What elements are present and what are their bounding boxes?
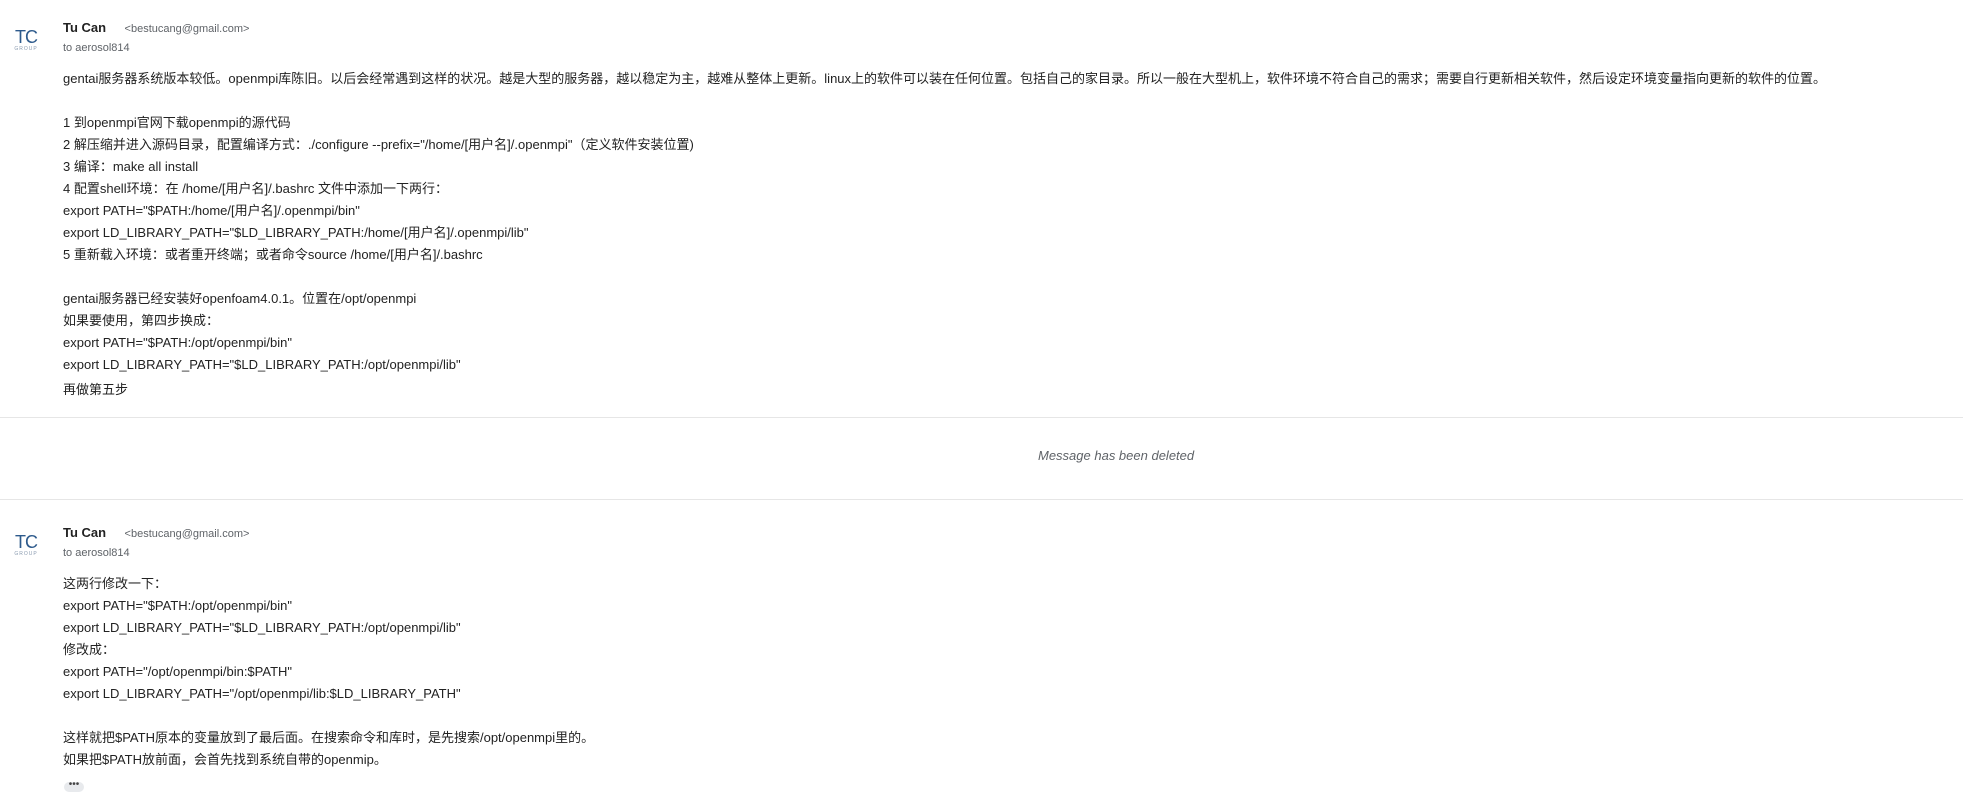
body-line: export PATH="/opt/openmpi/bin:$PATH" — [63, 664, 293, 679]
message-header: Tu Can <bestucang@gmail.com> — [63, 19, 249, 39]
body-line: export LD_LIBRARY_PATH="$LD_LIBRARY_PATH… — [63, 357, 461, 372]
message-body: gentai服务器系统版本较低。openmpi库陈旧。以后会经常遇到这样的状况。… — [63, 68, 1958, 401]
body-line: gentai服务器已经安装好openfoam4.0.1。位置在/opt/open… — [63, 291, 417, 306]
avatar-initials: TC — [15, 27, 38, 47]
body-line: 2 解压缩并进入源码目录，配置编译方式：./configure --prefix… — [63, 137, 694, 152]
avatar-group-label: GROUP — [14, 46, 38, 52]
recipient-line[interactable]: to aerosol814 — [63, 547, 130, 559]
body-line: 修改成： — [63, 642, 116, 657]
body-line: 4 配置shell环境：在 /home/[用户名]/.bashrc 文件中添加一… — [63, 181, 449, 196]
body-line: export LD_LIBRARY_PATH="/opt/openmpi/lib… — [63, 686, 461, 701]
avatar-group-label: GROUP — [14, 551, 38, 557]
message-header: Tu Can <bestucang@gmail.com> — [63, 524, 249, 544]
recipient-line[interactable]: to aerosol814 — [63, 42, 130, 54]
body-line: 5 重新载入环境：或者重开终端；或者命令source /home/[用户名]/.… — [63, 247, 483, 262]
body-line: 这样就把$PATH原本的变量放到了最后面。在搜索命令和库时，是先搜索/opt/o… — [63, 730, 595, 745]
sender-email: <bestucang@gmail.com> — [124, 528, 250, 540]
show-trimmed-content-button[interactable]: ••• — [64, 780, 84, 792]
body-line: export LD_LIBRARY_PATH="$LD_LIBRARY_PATH… — [63, 225, 529, 240]
conversation-thread: TC GROUP Tu Can <bestucang@gmail.com> to… — [0, 0, 1963, 797]
body-line: 3 编译：make all install — [63, 159, 199, 174]
body-line: 如果把$PATH放前面，会首先找到系统自带的openmip。 — [63, 752, 387, 767]
sender-name[interactable]: Tu Can — [63, 525, 106, 540]
message-divider — [0, 499, 1963, 500]
body-line: export PATH="$PATH:/opt/openmpi/bin" — [63, 335, 293, 350]
message-closing: 再做第五步 — [63, 382, 129, 397]
message-body: 这两行修改一下： export PATH="$PATH:/opt/openmpi… — [63, 573, 1958, 771]
sender-name[interactable]: Tu Can — [63, 20, 106, 35]
body-line: export PATH="$PATH:/opt/openmpi/bin" — [63, 598, 293, 613]
sender-avatar[interactable]: TC GROUP — [13, 533, 39, 563]
sender-email: <bestucang@gmail.com> — [124, 23, 250, 35]
body-line: 这两行修改一下： — [63, 576, 168, 591]
body-line: gentai服务器系统版本较低。openmpi库陈旧。以后会经常遇到这样的状况。… — [63, 71, 1827, 86]
body-line: 1 到openmpi官网下载openmpi的源代码 — [63, 115, 291, 130]
body-line: 如果要使用，第四步换成： — [63, 313, 220, 328]
body-line: export PATH="$PATH:/home/[用户名]/.openmpi/… — [63, 203, 360, 218]
deleted-message-row: Message has been deleted — [0, 418, 1963, 500]
deleted-message-notice: Message has been deleted — [1038, 448, 1195, 463]
avatar-initials: TC — [15, 532, 38, 552]
sender-avatar[interactable]: TC GROUP — [13, 28, 39, 58]
body-line: export LD_LIBRARY_PATH="$LD_LIBRARY_PATH… — [63, 620, 461, 635]
